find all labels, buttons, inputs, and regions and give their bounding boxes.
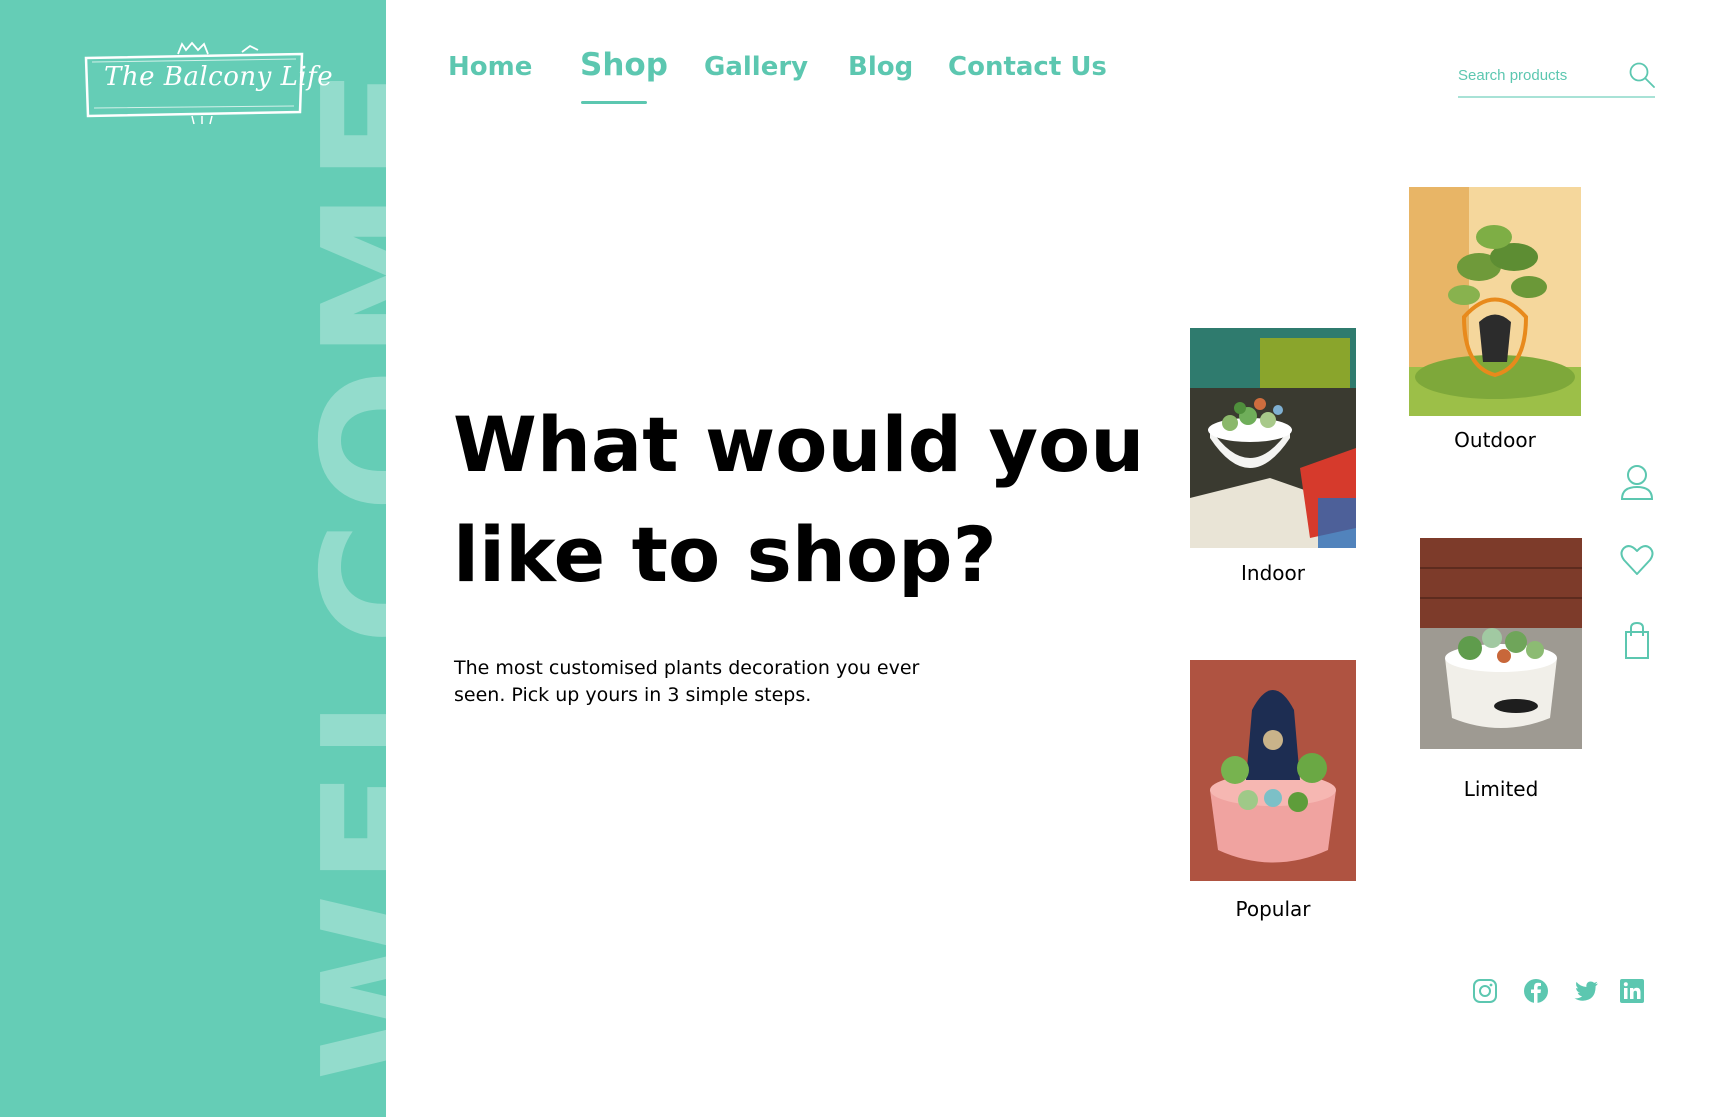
limited-plant-photo: [1420, 538, 1582, 749]
nav-gallery[interactable]: Gallery: [704, 52, 808, 82]
outdoor-plant-photo: [1409, 187, 1581, 416]
category-label-limited: Limited: [1463, 777, 1539, 801]
twitter-icon[interactable]: [1573, 978, 1599, 1004]
nav-active-indicator: [581, 101, 647, 104]
nav-contact-us[interactable]: Contact Us: [948, 52, 1107, 82]
category-card-popular[interactable]: Popular: [1190, 660, 1356, 924]
heart-icon[interactable]: [1619, 540, 1655, 580]
nav-blog[interactable]: Blog: [848, 52, 913, 82]
facebook-icon[interactable]: [1523, 978, 1549, 1004]
welcome-watermark: WELCOME: [287, 58, 386, 1082]
user-icon[interactable]: [1619, 462, 1655, 502]
search-icon[interactable]: [1628, 61, 1656, 89]
shopping-bag-icon[interactable]: [1619, 620, 1655, 660]
brand-logo[interactable]: The Balcony Life: [82, 40, 333, 126]
nav-home[interactable]: Home: [448, 52, 532, 82]
category-label-indoor: Indoor: [1241, 561, 1305, 585]
title-line-1: What would you: [453, 400, 1145, 489]
indoor-plant-photo: [1190, 328, 1356, 548]
page-title: What would you like to shop?: [453, 390, 1153, 610]
title-line-2: like to shop?: [453, 510, 997, 599]
popular-plant-photo: [1190, 660, 1356, 881]
category-label-outdoor: Outdoor: [1454, 428, 1536, 452]
search-input[interactable]: [1458, 62, 1618, 88]
subtitle-line-1: The most customised plants decoration yo…: [454, 657, 920, 679]
welcome-sidebar: The Balcony Life WELCOME: [0, 0, 386, 1117]
page-subtitle: The most customised plants decoration yo…: [454, 655, 974, 709]
instagram-icon[interactable]: [1472, 978, 1498, 1004]
nav-shop[interactable]: Shop: [580, 47, 668, 83]
category-card-indoor[interactable]: Indoor: [1190, 328, 1356, 588]
linkedin-icon[interactable]: [1619, 978, 1645, 1004]
category-label-popular: Popular: [1235, 897, 1311, 921]
subtitle-line-2: seen. Pick up yours in 3 simple steps.: [454, 684, 812, 706]
category-card-limited[interactable]: Limited: [1420, 538, 1582, 808]
category-card-outdoor[interactable]: Outdoor: [1409, 187, 1581, 457]
search-bar: [1458, 56, 1655, 98]
